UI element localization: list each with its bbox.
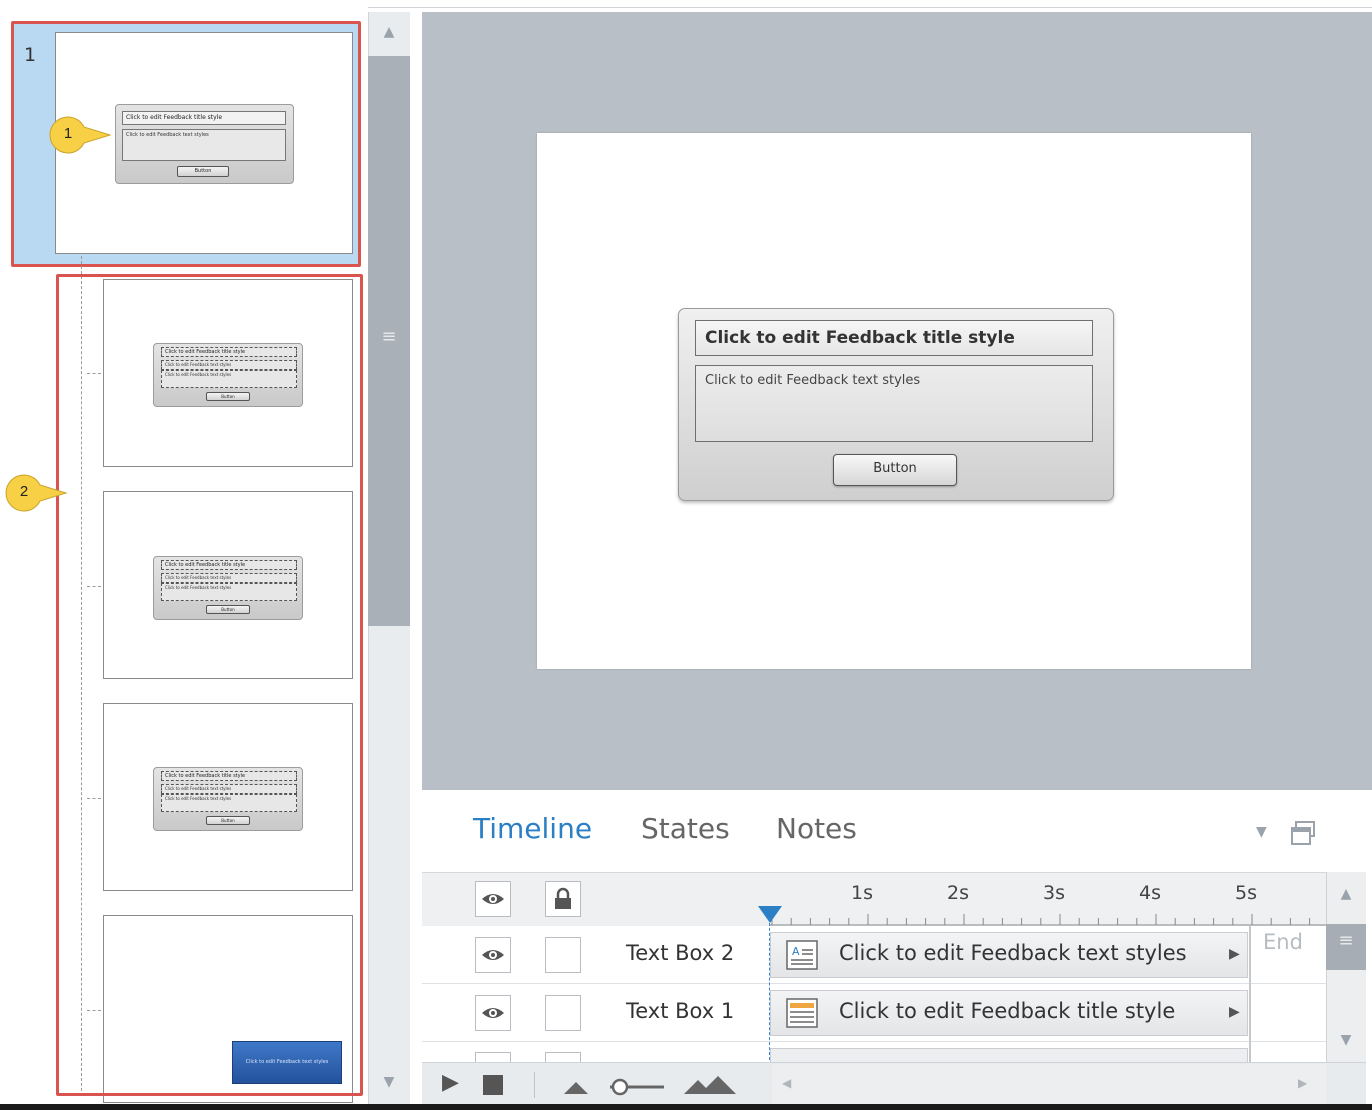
eye-icon [482, 894, 504, 904]
timeline-horizontal-scrollbar[interactable] [772, 1064, 1326, 1104]
lock-icon [555, 887, 571, 909]
end-marker-line [1249, 926, 1251, 1062]
scroll-up-icon[interactable]: ▲ [368, 24, 410, 40]
tab-states[interactable]: States [641, 812, 730, 845]
zoom-out-icon [564, 1082, 588, 1094]
grip-icon: ≡ [381, 326, 397, 347]
timeline-ruler[interactable] [770, 908, 1326, 926]
eye-icon [482, 950, 504, 960]
tick-label: 3s [1043, 882, 1065, 904]
panel-separator [410, 12, 422, 1110]
lock-toggle-row-1[interactable] [545, 937, 581, 973]
row-label-text-box-1[interactable]: Text Box 1 [626, 999, 734, 1023]
expand-arrow-icon[interactable]: ▶ [1229, 1004, 1240, 1020]
play-icon[interactable]: ▶ [442, 1070, 459, 1095]
text-box-icon [786, 998, 818, 1028]
svg-text:A: A [792, 945, 800, 958]
text-caption-icon: A [786, 940, 818, 970]
lock-toggle-row-2[interactable] [545, 995, 581, 1031]
panel-menu-chevron-down-icon[interactable]: ▼ [1256, 824, 1267, 840]
scroll-up-icon[interactable]: ▲ [1326, 886, 1366, 902]
visibility-toggle-all[interactable] [475, 881, 511, 917]
zoom-slider-handle [611, 1078, 629, 1096]
grip-icon: ≡ [1338, 930, 1354, 951]
scroll-right-icon[interactable]: ▶ [1298, 1076, 1307, 1090]
zoom-slider[interactable] [562, 1074, 742, 1098]
callout-1-number: 1 [63, 125, 73, 142]
scroll-down-icon[interactable]: ▼ [1326, 1032, 1366, 1048]
feedback-button[interactable]: Button [833, 454, 957, 486]
tab-timeline[interactable]: Timeline [473, 812, 592, 845]
footer-divider [534, 1072, 535, 1098]
scroll-left-icon[interactable]: ◀ [782, 1076, 791, 1090]
tick-label: 1s [851, 882, 873, 904]
callout-2: 2 [4, 473, 68, 512]
visibility-toggle-row-1[interactable] [475, 937, 511, 973]
tick-label: 5s [1235, 882, 1257, 904]
bar-label-text-box-2: Click to edit Feedback text styles [839, 941, 1187, 965]
highlight-box-2 [56, 274, 363, 1096]
visibility-toggle-row-3[interactable] [475, 1052, 511, 1062]
scroll-down-icon[interactable]: ▼ [368, 1074, 410, 1090]
playhead-icon[interactable] [758, 906, 782, 924]
callout-1: 1 [48, 115, 112, 154]
lock-toggle-all[interactable] [545, 881, 581, 917]
tab-notes[interactable]: Notes [776, 812, 857, 845]
bar-label-text-box-1: Click to edit Feedback title style [839, 999, 1176, 1023]
timeline-bar-row-3[interactable] [770, 1048, 1248, 1062]
visibility-toggle-row-2[interactable] [475, 995, 511, 1031]
feedback-text-box[interactable]: Click to edit Feedback text styles [695, 365, 1093, 442]
eye-icon [482, 1008, 504, 1018]
tick-label: 4s [1139, 882, 1161, 904]
end-label: End [1263, 930, 1303, 954]
feedback-title-box[interactable]: Click to edit Feedback title style [695, 320, 1093, 356]
callout-2-number: 2 [19, 483, 29, 500]
bottom-border [0, 1104, 1372, 1110]
tick-label: 2s [947, 882, 969, 904]
stop-icon[interactable] [483, 1075, 503, 1095]
restore-window-icon[interactable] [1290, 820, 1316, 846]
zoom-in-icon [684, 1076, 736, 1094]
row-label-text-box-2[interactable]: Text Box 2 [626, 941, 734, 965]
playhead-line [769, 918, 770, 1060]
app-window: 1 Click to edit Feedback title style Cli… [0, 0, 1372, 1110]
lock-toggle-row-3[interactable] [545, 1052, 581, 1062]
expand-arrow-icon[interactable]: ▶ [1229, 946, 1240, 962]
